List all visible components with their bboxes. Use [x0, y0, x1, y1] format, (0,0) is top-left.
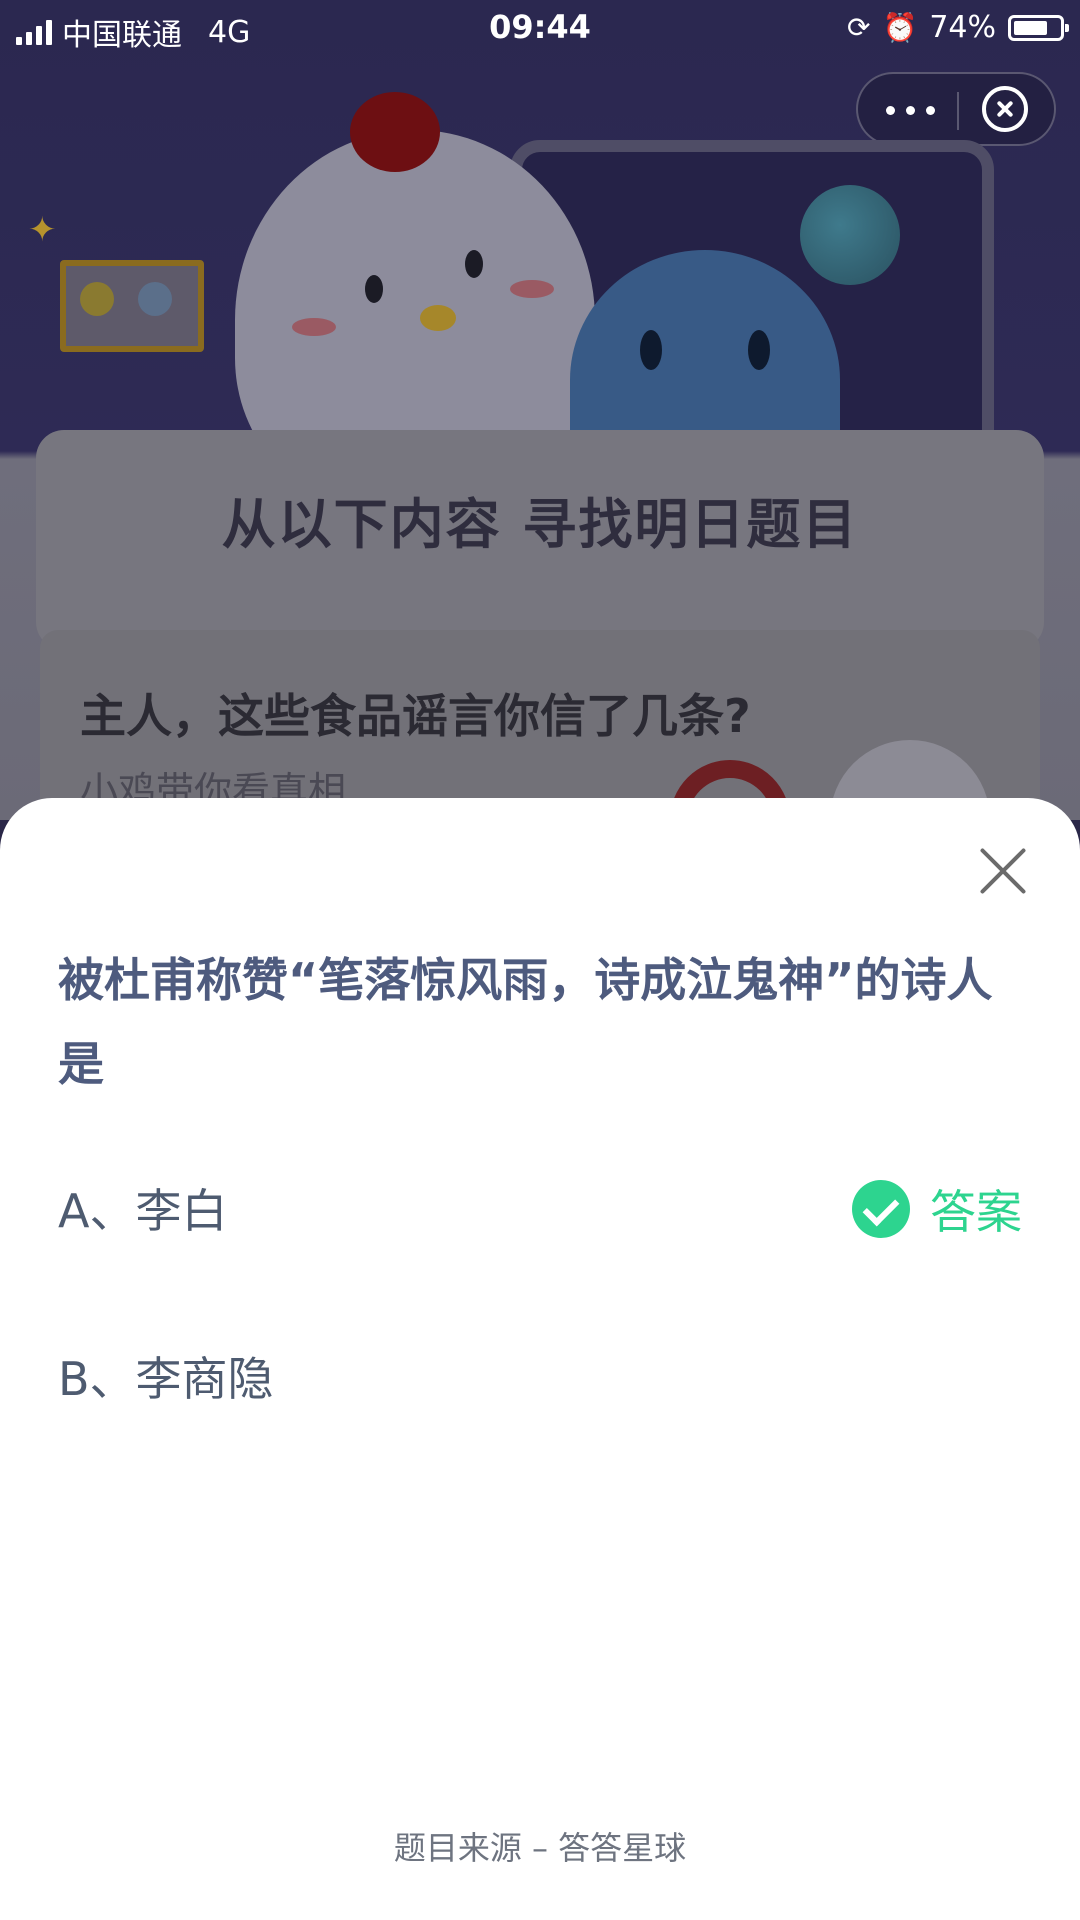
rotation-lock-icon: ⟳: [846, 11, 871, 44]
check-circle-icon: [852, 1180, 910, 1238]
banner-card: 从以下内容 寻找明日题目: [36, 430, 1044, 650]
answer-tag: 答案: [852, 1176, 1022, 1242]
medal-frame-illustration: [60, 260, 204, 352]
close-x-icon[interactable]: [978, 846, 1028, 896]
sparkle-icon: ✦: [28, 210, 57, 250]
alarm-icon: ⏰: [882, 11, 918, 44]
more-dots-icon[interactable]: [886, 94, 946, 124]
question-text: 被杜甫称赞“笔落惊风雨，诗成泣鬼神”的诗人是: [58, 953, 993, 1091]
option-b-label: B、李商隐: [58, 1352, 274, 1406]
option-a[interactable]: A、李白 答案: [58, 1168, 1022, 1248]
question-sheet: 被杜甫称赞“笔落惊风雨，诗成泣鬼神”的诗人是 A、李白 答案 B、李商隐 题目来…: [0, 798, 1080, 1920]
close-circle-icon[interactable]: [982, 86, 1028, 132]
banner-title: 从以下内容 寻找明日题目: [221, 493, 859, 556]
question-source: 题目来源 – 答答星球: [393, 1829, 687, 1867]
battery-icon: [1008, 14, 1069, 41]
battery-percent: 74%: [929, 10, 996, 45]
status-bar: 中国联通 4G 09:44 ⟳ ⏰ 74%: [0, 0, 1080, 56]
option-a-label: A、李白: [58, 1184, 228, 1238]
planet-illustration: [800, 185, 900, 285]
answer-label: 答案: [930, 1185, 1022, 1239]
mini-program-capsule: [856, 72, 1056, 146]
article-card[interactable]: 主人，这些食品谣言你信了几条? 小鸡带你看真相: [40, 630, 1040, 820]
option-b[interactable]: B、李商隐: [58, 1336, 1022, 1416]
background-page: 中国联通 4G 09:44 ⟳ ⏰ 74% ✦ 从以下内容 寻找明日题目 主人，…: [0, 0, 1080, 820]
article-title: 主人，这些食品谣言你信了几条?: [80, 689, 751, 743]
